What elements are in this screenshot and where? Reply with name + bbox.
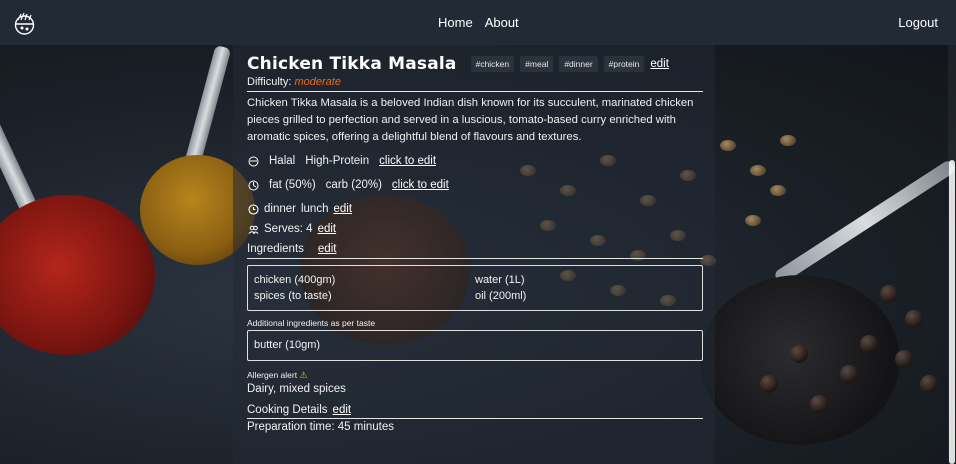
edit-meal-time-link[interactable]: edit <box>333 203 352 215</box>
allergen-alert: Allergen alert ⚠ <box>247 370 703 381</box>
diet-high-protein: High-Protein <box>305 155 370 167</box>
meal-time-lunch: lunch <box>300 203 329 215</box>
nav-home-link[interactable]: Home <box>438 15 473 30</box>
additional-ingredients-label: Additional ingredients as per taste <box>247 318 376 328</box>
main-nav: Home About <box>438 15 519 30</box>
nav-about-link[interactable]: About <box>485 15 519 30</box>
tag-chicken: #chicken <box>470 56 515 72</box>
recipe-description: Chicken Tikka Masala is a beloved Indian… <box>247 97 694 143</box>
preparation-time: Preparation time: 45 minutes <box>247 421 395 433</box>
allergen-label: Allergen alert <box>247 370 298 380</box>
difficulty-value: moderate <box>294 76 341 88</box>
ingredient-item: oil (200ml) <box>475 290 527 302</box>
cooking-details-header: Cooking Details edit <box>247 404 703 419</box>
edit-cooking-details-link[interactable]: edit <box>333 404 352 416</box>
meal-time-dinner: dinner <box>264 203 296 215</box>
clock-icon <box>247 203 259 215</box>
edit-ingredients-link[interactable]: edit <box>318 243 337 255</box>
edit-tags-link[interactable]: edit <box>650 58 669 70</box>
recipe-title: Chicken Tikka Masala <box>247 54 457 74</box>
tag-meal: #meal <box>520 56 554 72</box>
recipe-details: Chicken Tikka Masala #chicken #meal #din… <box>247 54 703 433</box>
additional-ingredients-list: butter (10gm) <box>247 330 703 361</box>
app-logo-icon[interactable] <box>11 9 38 36</box>
diet-halal: Halal <box>269 155 296 167</box>
diet-icon <box>247 155 259 167</box>
macros-icon <box>247 179 259 191</box>
edit-diet-link[interactable]: click to edit <box>379 155 436 167</box>
meal-time-row: dinner lunch edit <box>247 203 703 215</box>
additional-ingredient-item: butter (10gm) <box>254 339 321 351</box>
ingredients-header: Ingredients edit <box>247 243 703 259</box>
top-navbar: Home About Logout <box>0 0 956 45</box>
ingredients-list: chicken (400gm) water (1L) spices (to ta… <box>247 265 703 311</box>
logout-link[interactable]: Logout <box>898 15 938 30</box>
edit-macros-link[interactable]: click to edit <box>392 179 449 191</box>
macro-fat: fat (50%) <box>269 179 316 191</box>
edit-serves-link[interactable]: edit <box>318 223 337 235</box>
serves-row: Serves: 4 edit <box>247 223 703 235</box>
title-row: Chicken Tikka Masala #chicken #meal #din… <box>247 54 703 74</box>
diet-row: Halal High-Protein click to edit <box>247 155 703 167</box>
ingredient-item: spices (to taste) <box>254 290 332 302</box>
allergen-value: Dairy, mixed spices <box>247 383 346 395</box>
serves-count: Serves: 4 <box>264 223 313 235</box>
cooking-details-title: Cooking Details <box>247 404 328 416</box>
ingredient-item: chicken (400gm) <box>254 274 336 286</box>
ingredient-item: water (1L) <box>475 274 525 286</box>
ingredients-title: Ingredients <box>247 243 304 255</box>
warning-icon: ⚠ <box>299 370 308 380</box>
difficulty: Difficulty: moderate <box>247 76 703 92</box>
difficulty-label: Difficulty: <box>247 76 292 88</box>
scrollbar-thumb[interactable] <box>949 160 955 464</box>
tag-dinner: #dinner <box>559 56 598 72</box>
macro-carb: carb (20%) <box>325 179 382 191</box>
tag-protein: #protein <box>603 56 645 72</box>
people-icon <box>247 223 259 235</box>
macros-row: fat (50%) carb (20%) click to edit <box>247 179 703 191</box>
